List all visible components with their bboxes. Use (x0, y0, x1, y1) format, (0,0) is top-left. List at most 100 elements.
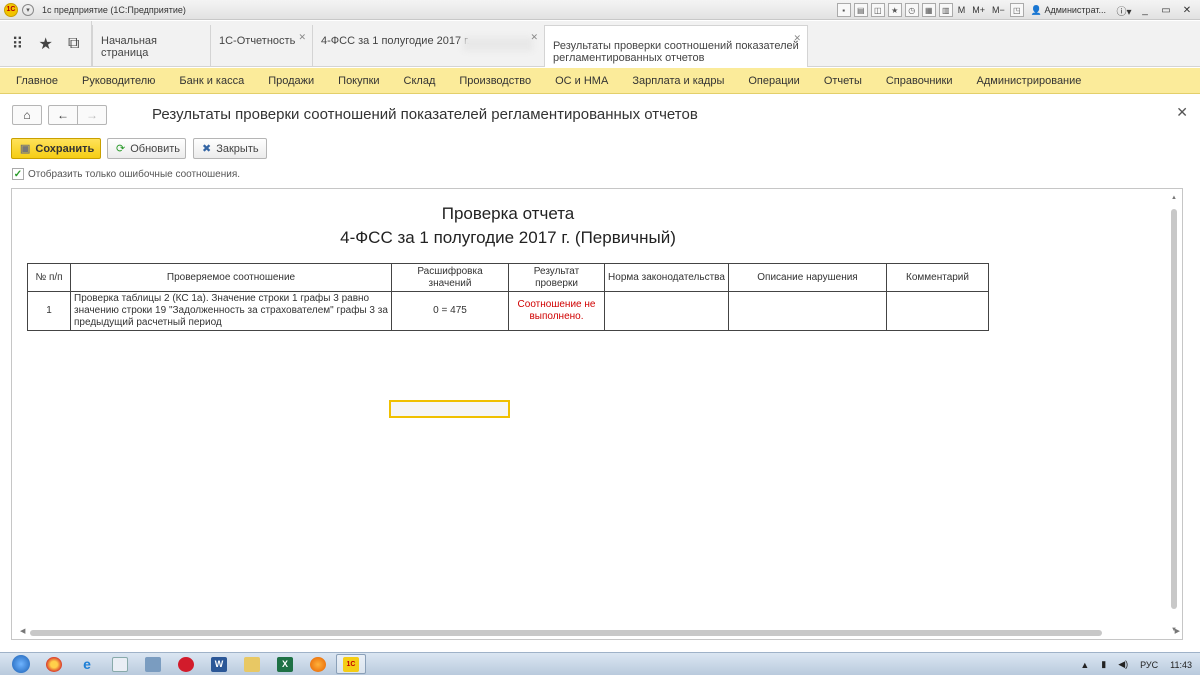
report-document[interactable]: Проверка отчета 4-ФСС за 1 полугодие 201… (11, 188, 1183, 640)
tab-close-icon[interactable]: ✕ (530, 31, 538, 43)
taskbar-1c-icon[interactable]: 1С (336, 654, 366, 674)
app-icon (145, 656, 161, 672)
volume-icon[interactable]: ◀) (1118, 659, 1128, 670)
home-button[interactable]: ⌂ (12, 105, 42, 125)
cell-values[interactable]: 0 = 475 (391, 291, 509, 331)
zoom-icon[interactable]: ◳ (1009, 3, 1024, 17)
calendar-icon[interactable]: ▦ (921, 3, 936, 17)
menu-item-production[interactable]: Производство (447, 75, 543, 87)
scroll-left-icon[interactable]: ◀ (20, 627, 25, 635)
document-icon (112, 656, 128, 672)
window-title: 1с предприятие (1С:Предприятие) (42, 4, 186, 15)
menu-item-manager[interactable]: Руководителю (70, 75, 167, 87)
tab-home[interactable]: Начальная страница (92, 25, 210, 67)
taskbar-chrome-icon[interactable] (39, 654, 69, 674)
cell-num[interactable]: 1 (27, 291, 71, 331)
word-icon: W (211, 656, 227, 672)
refresh-button[interactable]: ⟳ Обновить (107, 138, 186, 159)
clock[interactable]: 11:43 (1170, 660, 1192, 670)
redacted-area (463, 37, 533, 51)
only-errors-checkbox[interactable]: ✓ (12, 168, 24, 180)
menu-item-main[interactable]: Главное (0, 75, 70, 87)
cell-norm[interactable] (604, 291, 729, 331)
taskbar-app-icon[interactable] (138, 654, 168, 674)
maximize-button[interactable]: ▭ (1157, 3, 1175, 17)
close-icon: ✖ (202, 143, 212, 155)
vertical-scroll-thumb[interactable] (1171, 209, 1177, 609)
menu-item-bank[interactable]: Банк и касса (167, 75, 256, 87)
system-tray: ▲ ▮ ◀) РУС 11:43 (1080, 653, 1192, 675)
close-window-button[interactable]: ✕ (1178, 3, 1196, 17)
app-logo-icon[interactable]: 1С (4, 2, 18, 17)
menu-item-catalogs[interactable]: Справочники (874, 75, 965, 87)
m-minus-button[interactable]: M− (990, 5, 1007, 15)
taskbar-excel-icon[interactable]: X (270, 654, 300, 674)
cell-relation[interactable]: Проверка таблицы 2 (КС 1а). Значение стр… (70, 291, 392, 331)
favorites-star-icon[interactable]: ★ (38, 34, 52, 54)
folder-icon (244, 656, 260, 672)
menu-item-assets[interactable]: ОС и НМА (543, 75, 620, 87)
taskbar-word-icon[interactable]: W (204, 654, 234, 674)
history-icon[interactable]: ⧉ (68, 35, 79, 53)
menu-item-purchases[interactable]: Покупки (326, 75, 391, 87)
menu-item-warehouse[interactable]: Склад (392, 75, 448, 87)
minimize-button[interactable]: _ (1136, 3, 1154, 17)
save-icon[interactable]: ▪ (836, 3, 851, 17)
menu-item-payroll[interactable]: Зарплата и кадры (620, 75, 736, 87)
sections-grid-icon[interactable]: ⠿ (12, 34, 24, 54)
user-name[interactable]: 👤 Администрат... (1031, 5, 1106, 16)
taskbar-doc-icon[interactable] (105, 654, 135, 674)
horizontal-scrollbar[interactable]: ◀ ▶ (20, 627, 1180, 636)
form-close-icon[interactable]: ✕ (1176, 104, 1188, 121)
tab-check-results[interactable]: Результаты проверки соотношений показате… (544, 25, 808, 67)
form-title: Результаты проверки соотношений показате… (152, 106, 698, 123)
tray-arrow-icon[interactable]: ▲ (1080, 660, 1089, 670)
close-button[interactable]: ✖ Закрыть (193, 138, 267, 159)
1c-icon: 1С (343, 656, 359, 672)
help-icon[interactable]: ⓘ▾ (1115, 3, 1133, 18)
scroll-up-icon[interactable]: ▲ (1171, 195, 1177, 201)
tab-close-icon[interactable]: ✕ (298, 31, 306, 43)
cell-result[interactable]: Соотношение не выполнено. (508, 291, 605, 331)
cell-comment[interactable] (886, 291, 989, 331)
back-button[interactable]: ← (48, 105, 78, 125)
tab-fss-report[interactable]: 4-ФСС за 1 полугодие 2017 г. ✕ (312, 25, 544, 67)
only-errors-option: ✓ Отобразить только ошибочные соотношени… (12, 167, 240, 181)
favorite-icon[interactable]: ★ (887, 3, 902, 17)
taskbar-firefox-icon[interactable] (303, 654, 333, 674)
m-button[interactable]: M (956, 5, 968, 15)
language-indicator[interactable]: РУС (1140, 660, 1158, 670)
taskbar-explorer-icon[interactable] (237, 654, 267, 674)
network-icon[interactable]: ▮ (1101, 659, 1106, 670)
print-icon[interactable]: ▤ (853, 3, 868, 17)
column-header-result: Результат проверки (508, 263, 605, 292)
vertical-scrollbar[interactable]: ▲ ▼ (1171, 195, 1178, 633)
cell-violation[interactable] (728, 291, 887, 331)
menu-arrow-icon[interactable]: ▾ (22, 3, 34, 16)
menu-item-sales[interactable]: Продажи (256, 75, 326, 87)
excel-icon: X (277, 656, 293, 672)
start-button[interactable] (6, 654, 36, 674)
active-cell-cursor[interactable] (389, 400, 510, 418)
m-plus-button[interactable]: M+ (970, 5, 987, 15)
column-header-norm: Норма законодательства (604, 263, 729, 292)
menu-item-reports[interactable]: Отчеты (812, 75, 874, 87)
windows-taskbar: e W X 1С ▲ ▮ ◀) РУС 11:43 (0, 652, 1200, 675)
menu-item-admin[interactable]: Администрирование (965, 75, 1094, 87)
taskbar-ie-icon[interactable]: e (72, 654, 102, 674)
user-name-label: Администрат... (1044, 4, 1106, 15)
save-button[interactable]: ▣ Сохранить (11, 138, 101, 159)
forward-button[interactable]: → (77, 105, 107, 125)
horizontal-scroll-thumb[interactable] (30, 630, 1102, 636)
calculator-icon[interactable]: ▥ (938, 3, 953, 17)
tab-1c-reporting[interactable]: 1С-Отчетность ✕ (210, 25, 312, 67)
taskbar-opera-icon[interactable] (171, 654, 201, 674)
table-row[interactable]: 1 Проверка таблицы 2 (КС 1а). Значение с… (27, 291, 989, 331)
tab-close-icon[interactable]: ✕ (793, 32, 801, 44)
scroll-right-icon[interactable]: ▶ (1175, 627, 1180, 635)
history-icon[interactable]: ◷ (904, 3, 919, 17)
arrow-left-icon: ← (57, 108, 69, 122)
preview-icon[interactable]: ◫ (870, 3, 885, 17)
close-button-label: Закрыть (216, 142, 259, 155)
menu-item-operations[interactable]: Операции (736, 75, 811, 87)
